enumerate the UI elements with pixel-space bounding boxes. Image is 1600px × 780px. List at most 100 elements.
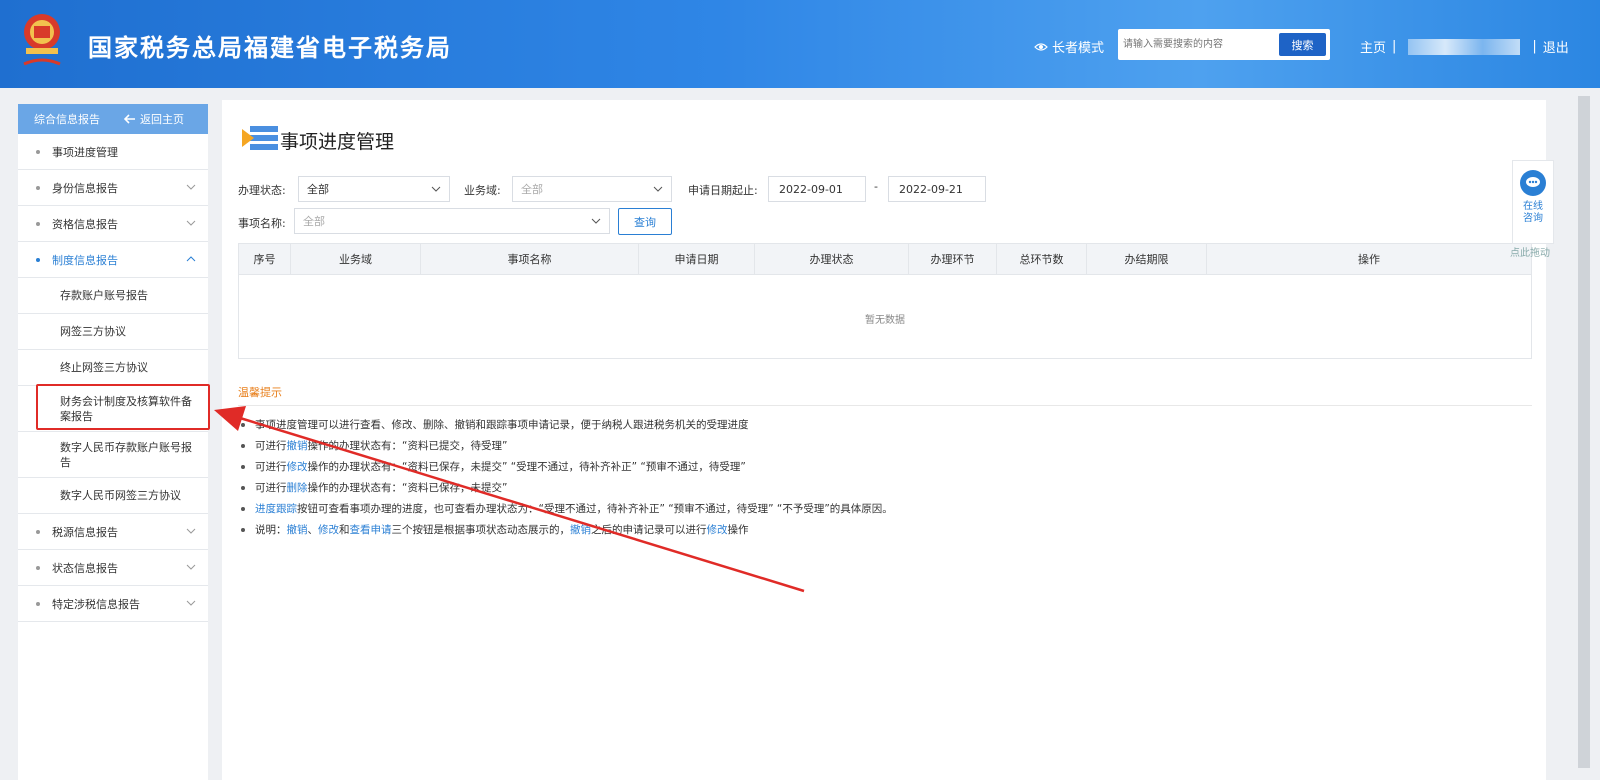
page-scrollbar[interactable]	[1568, 88, 1600, 780]
bullet-dot	[36, 185, 40, 190]
sidebar-item-label: 状态信息报告	[52, 561, 118, 575]
scrollbar-thumb[interactable]	[1578, 96, 1590, 768]
bullet-dot	[36, 601, 40, 606]
sub-item-digital-rmb-tripartite[interactable]: 数字人民币网签三方协议	[18, 478, 208, 514]
tip-text: 之后的申请记录可以进行	[591, 524, 707, 536]
sidebar-item-label: 制度信息报告	[52, 253, 118, 267]
sub-item-terminate-tripartite[interactable]: 终止网签三方协议	[18, 350, 208, 386]
column-header[interactable]: 办理状态	[755, 244, 909, 274]
tip-text: 按钮可查看事项办理的进度，也可查看办理状态为：“受理不通过，待补齐补正” “预审…	[297, 503, 893, 515]
chevron-down-icon	[186, 184, 196, 190]
bullet-dot	[36, 149, 40, 154]
nav-separator: |	[1392, 39, 1397, 54]
sidebar-item-label: 税源信息报告	[52, 525, 118, 539]
header-search: 搜索	[1118, 29, 1330, 60]
item-name-select[interactable]: 全部	[294, 208, 610, 234]
chevron-down-icon	[186, 564, 196, 570]
column-header[interactable]: 业务域	[291, 244, 421, 274]
sidebar: 综合信息报告 返回主页 事项进度管理 身份信息报告 资格信息报告 制度信息报告 …	[18, 104, 208, 780]
tip-link-tracking: 进度跟踪	[255, 503, 297, 515]
date-range-label: 申请日期起止:	[688, 184, 758, 197]
tip-text: 操作的办理状态有：“资料已保存，未提交” “受理不通过，待补齐补正” “预审不通…	[307, 461, 746, 473]
sub-item-tripartite[interactable]: 网签三方协议	[18, 314, 208, 350]
elder-mode-label: 长者模式	[1052, 41, 1105, 56]
sidebar-item-label: 特定涉税信息报告	[52, 597, 140, 611]
status-select-value: 全部	[307, 183, 329, 196]
sidebar-item-label: 事项进度管理	[52, 145, 118, 159]
tax-emblem-logo	[23, 14, 61, 66]
tip-text: 说明：	[255, 524, 287, 536]
query-button[interactable]: 查询	[618, 208, 672, 235]
elder-mode-toggle[interactable]: 长者模式	[1034, 37, 1104, 56]
domain-select-value: 全部	[521, 183, 543, 196]
column-header[interactable]: 办结期限	[1087, 244, 1207, 274]
consult-label-2: 咨询	[1523, 213, 1543, 224]
column-header[interactable]: 事项名称	[421, 244, 639, 274]
tip-link-modify: 修改	[318, 524, 339, 536]
date-dash: -	[874, 180, 878, 193]
sidebar-item-specific-tax[interactable]: 特定涉税信息报告	[18, 586, 208, 622]
main-content: 事项进度管理 办理状态: 全部 业务域: 全部 申请日期起止: 2022-09-…	[222, 100, 1546, 780]
chat-bubble-icon	[1520, 170, 1546, 196]
home-link[interactable]: 主页	[1360, 37, 1386, 56]
column-header[interactable]: 操作	[1207, 244, 1531, 274]
sidebar-header: 综合信息报告 返回主页	[18, 104, 208, 134]
sidebar-item-qualification[interactable]: 资格信息报告	[18, 206, 208, 242]
column-header[interactable]: 序号	[239, 244, 291, 274]
sub-item-deposit-account[interactable]: 存款账户账号报告	[18, 278, 208, 314]
tip-item: 可进行 修改 操作的办理状态有：“资料已保存，未提交” “受理不通过，待补齐补正” …	[238, 456, 893, 477]
bullet-dot	[36, 565, 40, 570]
tip-link-modify: 修改	[706, 524, 728, 536]
bullet-dot	[36, 221, 40, 226]
sidebar-item-system[interactable]: 制度信息报告	[18, 242, 208, 278]
sub-item-digital-rmb-account[interactable]: 数字人民币存款账户账号报告	[18, 432, 208, 478]
sidebar-item-tax-source[interactable]: 税源信息报告	[18, 514, 208, 550]
search-button[interactable]: 搜索	[1279, 33, 1326, 56]
sidebar-item-progress[interactable]: 事项进度管理	[18, 134, 208, 170]
top-header: 国家税务总局福建省电子税务局 长者模式 搜索 主页 | | 退出	[0, 0, 1600, 88]
highlight-box-annotation	[36, 384, 210, 430]
sidebar-item-status[interactable]: 状态信息报告	[18, 550, 208, 586]
chevron-down-icon	[186, 528, 196, 534]
date-end-input[interactable]: 2022-09-21	[888, 176, 986, 202]
column-header[interactable]: 办理环节	[909, 244, 997, 274]
nav-separator: |	[1532, 39, 1537, 54]
chevron-down-icon	[186, 600, 196, 606]
logout-link[interactable]: 退出	[1543, 37, 1569, 56]
sidebar-item-label: 资格信息报告	[52, 217, 118, 231]
chevron-down-icon	[653, 186, 663, 192]
status-filter-label: 办理状态:	[238, 184, 286, 197]
chevron-up-icon	[186, 256, 196, 262]
progress-table: 序号 业务域 事项名称 申请日期 办理状态 办理环节 总环节数 办结期限 操作 …	[238, 243, 1532, 359]
table-header: 序号 业务域 事项名称 申请日期 办理状态 办理环节 总环节数 办结期限 操作	[239, 244, 1531, 275]
column-header[interactable]: 申请日期	[639, 244, 755, 274]
chevron-down-icon	[591, 218, 601, 224]
page-title-icon	[242, 126, 278, 150]
sidebar-title: 综合信息报告	[34, 113, 100, 126]
tip-text: 可进行	[255, 440, 287, 452]
sidebar-item-identity[interactable]: 身份信息报告	[18, 170, 208, 206]
consult-label-1: 在线	[1523, 201, 1543, 212]
page-title: 事项进度管理	[280, 131, 395, 153]
tip-text: 操作	[727, 524, 749, 536]
tip-link-modify: 修改	[286, 461, 308, 473]
online-consult-widget[interactable]: 在线 咨询	[1512, 160, 1554, 244]
back-home-button[interactable]: 返回主页	[124, 111, 184, 127]
tip-link-delete: 删除	[286, 482, 308, 494]
tip-text: 操作的办理状态有：“资料已提交，待受理”	[307, 440, 508, 452]
domain-select[interactable]: 全部	[512, 176, 672, 202]
chevron-down-icon	[186, 220, 196, 226]
domain-filter-label: 业务域:	[464, 184, 501, 197]
bullet-dot	[36, 257, 40, 262]
user-name-blurred	[1408, 38, 1521, 55]
tip-text: 可进行	[255, 482, 287, 494]
tip-link-view: 查看申请	[349, 524, 392, 536]
column-header[interactable]: 总环节数	[997, 244, 1087, 274]
search-input[interactable]	[1123, 32, 1281, 57]
tip-link-revoke: 撤销	[286, 440, 308, 452]
date-start-input[interactable]: 2022-09-01	[768, 176, 866, 202]
tip-item: 可进行 撤销 操作的办理状态有：“资料已提交，待受理”	[238, 435, 893, 456]
sidebar-item-label: 身份信息报告	[52, 181, 118, 195]
status-select[interactable]: 全部	[298, 176, 450, 202]
drag-handle-tip[interactable]: 点此拖动	[1510, 244, 1550, 259]
